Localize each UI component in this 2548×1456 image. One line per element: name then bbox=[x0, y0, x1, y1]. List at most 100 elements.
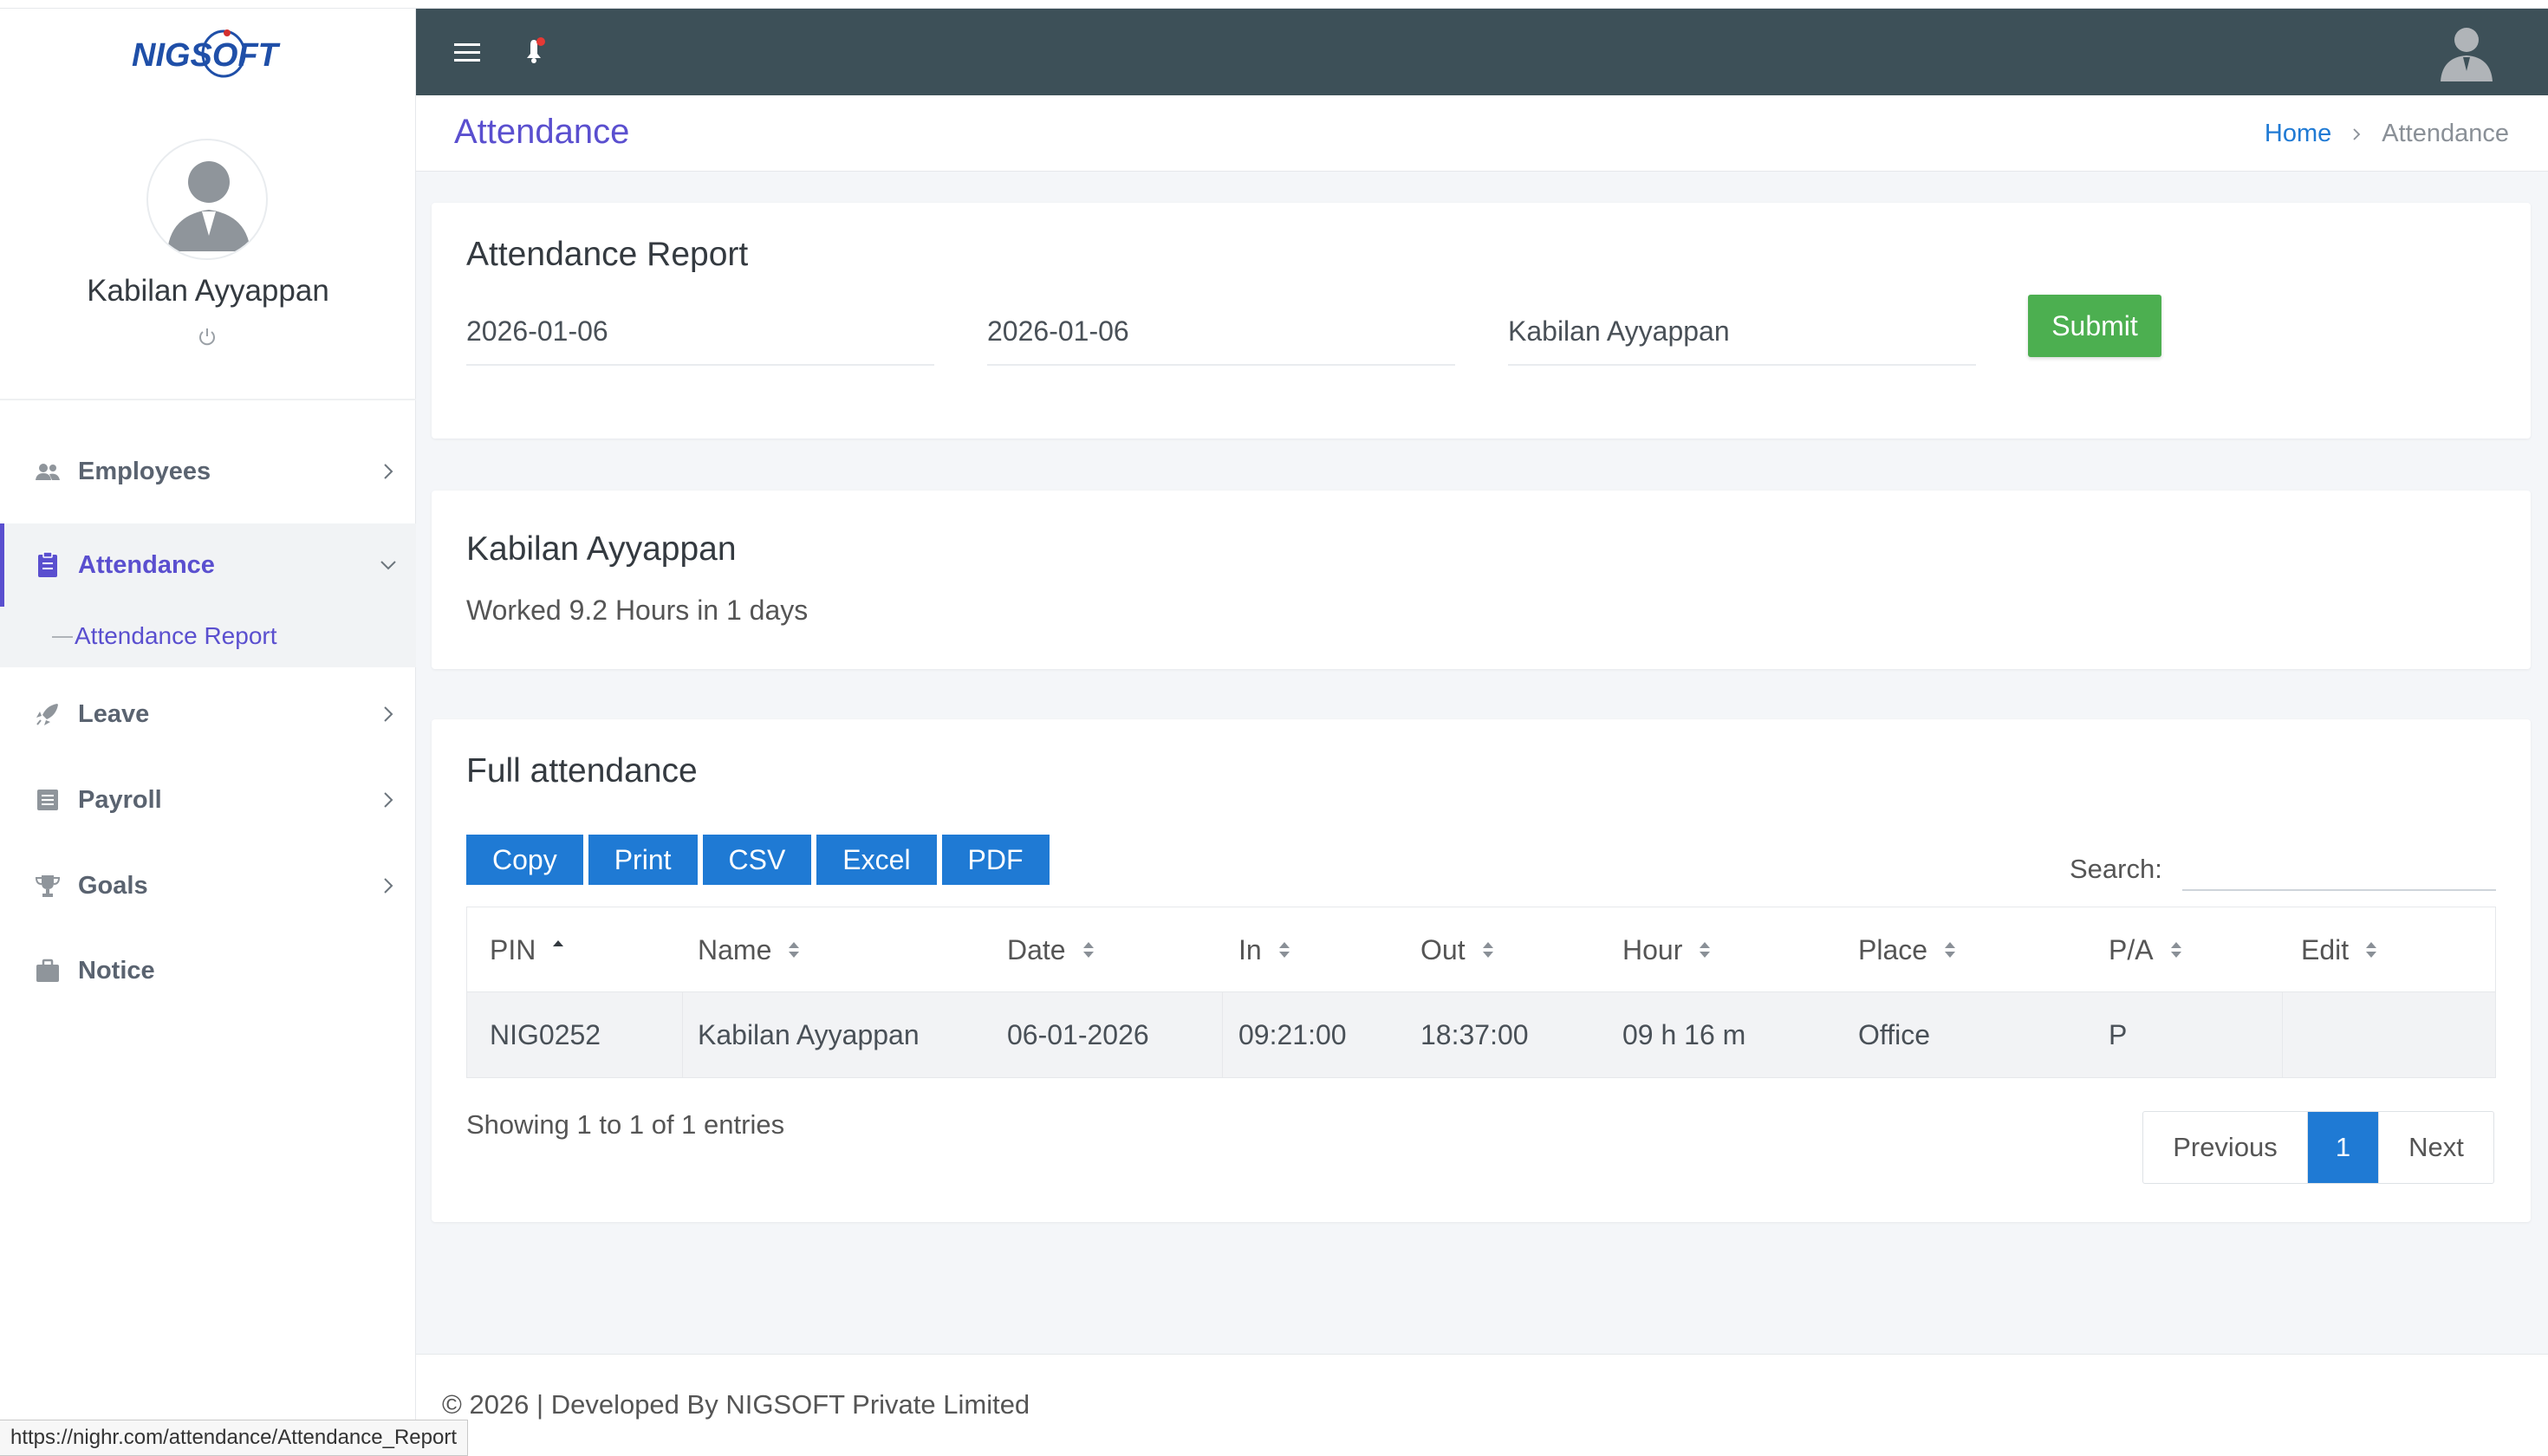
attendance-table: PIN Name Date In Out Hour Place P/A Edit… bbox=[466, 907, 2496, 1078]
clipboard-icon bbox=[38, 551, 57, 577]
browser-top-strip bbox=[0, 0, 2548, 9]
summary-employee-name: Kabilan Ayyappan bbox=[466, 530, 737, 568]
column-header-out[interactable]: Out bbox=[1398, 907, 1497, 992]
cell-date: 06-01-2026 bbox=[1007, 1018, 1149, 1050]
full-attendance-card: Full attendance Copy Print CSV Excel PDF… bbox=[432, 719, 2531, 1222]
sidebar-item-employees[interactable]: Employees bbox=[0, 430, 416, 513]
to-date-field[interactable]: 2026-01-06 bbox=[987, 293, 1455, 366]
sort-icon bbox=[1082, 942, 1094, 958]
sidebar-item-label: Goals bbox=[78, 871, 148, 900]
breadcrumb-home-link[interactable]: Home bbox=[2265, 120, 2331, 148]
profile-name: Kabilan Ayyappan bbox=[87, 274, 329, 308]
cell-pa: P bbox=[2109, 1018, 2128, 1050]
cell-place: Office bbox=[1858, 1018, 1930, 1050]
sidebar-item-attendance[interactable]: Attendance bbox=[0, 523, 416, 607]
notification-bell-icon[interactable] bbox=[518, 35, 549, 69]
pagination-previous-button[interactable]: Previous bbox=[2143, 1112, 2308, 1183]
chevron-down-icon bbox=[380, 561, 396, 570]
column-header-name[interactable]: Name bbox=[675, 907, 803, 992]
sidebar-item-notice[interactable]: Notice bbox=[0, 929, 416, 1012]
employee-select[interactable]: Kabilan Ayyappan bbox=[1508, 293, 1976, 366]
sidebar-subitem-attendance-report[interactable]: Attendance Report bbox=[0, 607, 416, 667]
sidebar-item-label: Payroll bbox=[78, 785, 162, 814]
search-input[interactable] bbox=[2182, 841, 2496, 891]
sidebar-item-goals[interactable]: Goals bbox=[0, 844, 416, 927]
footer-text: © 2026 | Developed By NIGSOFT Private Li… bbox=[442, 1389, 1030, 1420]
from-date-field[interactable]: 2026-01-06 bbox=[466, 293, 934, 366]
table-row: NIG0252 Kabilan Ayyappan 06-01-2026 09:2… bbox=[467, 992, 2495, 1077]
excel-button[interactable]: Excel bbox=[816, 835, 937, 885]
chevron-right-icon bbox=[2353, 127, 2361, 140]
browser-status-url: https://nighr.com/attendance/Attendance_… bbox=[0, 1420, 469, 1456]
hamburger-menu-icon[interactable] bbox=[454, 42, 480, 64]
column-header-in[interactable]: In bbox=[1216, 907, 1293, 992]
footer: © 2026 | Developed By NIGSOFT Private Li… bbox=[416, 1354, 2548, 1456]
sidebar-item-leave[interactable]: Leave bbox=[0, 673, 416, 756]
rocket-icon bbox=[36, 704, 58, 725]
pagination-page-1[interactable]: 1 bbox=[2308, 1112, 2379, 1183]
search-label: Search: bbox=[2070, 854, 2162, 884]
user-silhouette-icon bbox=[167, 161, 250, 251]
sidebar-item-label: Employees bbox=[78, 457, 211, 485]
chevron-right-icon bbox=[384, 706, 393, 722]
content-header: Attendance Home Attendance bbox=[416, 95, 2548, 172]
sort-icon bbox=[1945, 942, 1956, 958]
entries-info: Showing 1 to 1 of 1 entries bbox=[466, 1109, 785, 1140]
sort-icon bbox=[1482, 942, 1493, 958]
table-header-row: PIN Name Date In Out Hour Place P/A Edit bbox=[467, 907, 2495, 992]
cell-pin: NIG0252 bbox=[490, 1018, 601, 1050]
csv-button[interactable]: CSV bbox=[702, 835, 812, 885]
sort-icon bbox=[2170, 942, 2181, 958]
column-header-pin[interactable]: PIN bbox=[467, 907, 567, 992]
card-title: Attendance Report bbox=[466, 236, 749, 273]
column-header-date[interactable]: Date bbox=[985, 907, 1097, 992]
sidebar-item-label: Notice bbox=[78, 956, 155, 985]
sort-icon bbox=[2366, 942, 2377, 958]
sidebar: NIGSOFT Kabilan Ayyappan Employees Atten… bbox=[0, 9, 416, 1456]
cell-in: 09:21:00 bbox=[1238, 1018, 1347, 1050]
cell-edit[interactable] bbox=[2278, 992, 2301, 1077]
pdf-button[interactable]: PDF bbox=[941, 835, 1050, 885]
trophy-icon bbox=[35, 875, 61, 897]
pagination-next-button[interactable]: Next bbox=[2379, 1112, 2493, 1183]
cell-out: 18:37:00 bbox=[1420, 1018, 1529, 1050]
sort-asc-icon bbox=[553, 940, 564, 946]
breadcrumb: Home Attendance bbox=[2265, 120, 2509, 148]
chevron-right-icon bbox=[384, 878, 393, 894]
column-header-pa[interactable]: P/A bbox=[2086, 907, 2185, 992]
attendance-report-card: Attendance Report 2026-01-06 2026-01-06 … bbox=[432, 203, 2531, 439]
sidebar-divider bbox=[0, 399, 416, 400]
list-icon bbox=[37, 790, 58, 810]
breadcrumb-current: Attendance bbox=[2382, 120, 2509, 147]
svg-text:NIGSOFT: NIGSOFT bbox=[132, 37, 281, 74]
column-header-place[interactable]: Place bbox=[1836, 907, 1959, 992]
submenu-tick bbox=[52, 636, 73, 638]
chevron-right-icon bbox=[384, 464, 393, 479]
submit-button[interactable]: Submit bbox=[2028, 295, 2161, 357]
power-icon[interactable] bbox=[196, 326, 218, 348]
export-button-group: Copy Print CSV Excel PDF bbox=[466, 835, 1050, 885]
submenu-label: Attendance Report bbox=[75, 622, 277, 649]
sidebar-item-label: Leave bbox=[78, 699, 150, 728]
column-header-hour[interactable]: Hour bbox=[1600, 907, 1713, 992]
chevron-right-icon bbox=[384, 792, 393, 808]
profile-avatar[interactable] bbox=[146, 139, 268, 260]
worked-hours-text: Worked 9.2 Hours in 1 days bbox=[466, 595, 809, 626]
column-header-edit[interactable]: Edit bbox=[2278, 907, 2380, 992]
sort-icon bbox=[789, 942, 800, 958]
copy-button[interactable]: Copy bbox=[466, 835, 583, 885]
top-user-avatar-icon[interactable] bbox=[2435, 21, 2498, 83]
page-title: Attendance bbox=[454, 113, 630, 151]
nigsoft-logo[interactable]: NIGSOFT bbox=[130, 24, 286, 87]
cell-name: Kabilan Ayyappan bbox=[698, 1018, 920, 1050]
briefcase-icon bbox=[36, 959, 59, 982]
attendance-summary-card: Kabilan Ayyappan Worked 9.2 Hours in 1 d… bbox=[432, 491, 2531, 669]
print-button[interactable]: Print bbox=[588, 835, 698, 885]
card-title: Full attendance bbox=[466, 752, 698, 790]
users-icon bbox=[36, 464, 60, 480]
sidebar-item-payroll[interactable]: Payroll bbox=[0, 758, 416, 842]
sort-icon bbox=[1700, 942, 1711, 958]
cell-hour: 09 h 16 m bbox=[1622, 1018, 1746, 1050]
sidebar-item-label: Attendance bbox=[78, 550, 215, 579]
top-navbar bbox=[416, 9, 2548, 95]
